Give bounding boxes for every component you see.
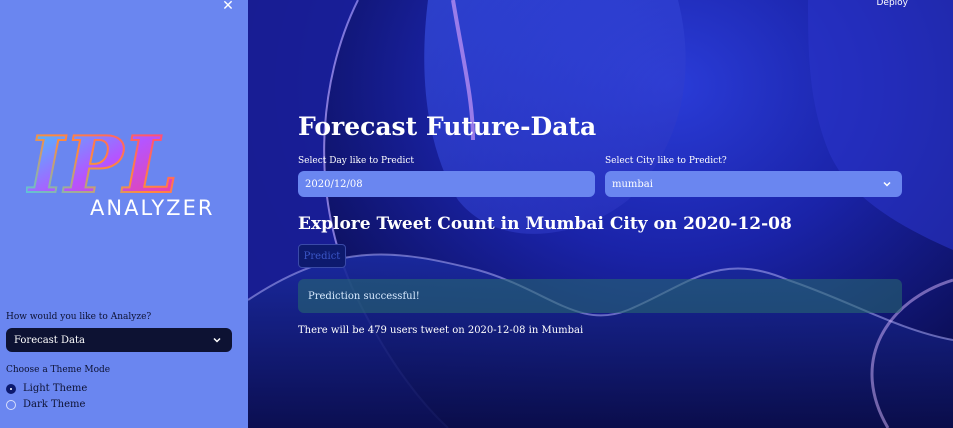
main-area: Deploy Forecast Future-Data Select Day l… <box>248 0 953 428</box>
success-alert: Prediction successful! <box>298 279 902 313</box>
radio-selected-icon <box>6 383 16 394</box>
logo-wordmark: ANALYZER <box>90 196 215 220</box>
theme-label: Choose a Theme Mode <box>6 365 111 375</box>
chevron-down-icon <box>883 181 891 187</box>
predict-button[interactable]: Predict <box>298 244 346 268</box>
close-icon[interactable]: ✕ <box>220 0 236 14</box>
radio-dark-label: Dark Theme <box>23 399 86 410</box>
analyze-select-value: Forecast Data <box>14 334 85 346</box>
radio-light-label: Light Theme <box>23 383 88 394</box>
analyze-label: How would you like to Analyze? <box>6 312 152 322</box>
chevron-down-icon <box>213 337 221 343</box>
radio-light-theme[interactable]: Light Theme <box>6 383 87 394</box>
city-label: Select City like to Predict? <box>605 156 727 166</box>
section-subtitle: Explore Tweet Count in Mumbai City on 20… <box>298 214 792 234</box>
radio-unselected-icon <box>6 399 16 410</box>
sidebar: ✕ IPL ANALYZER How would you like to Ana… <box>0 0 248 428</box>
success-message: Prediction successful! <box>308 290 420 302</box>
prediction-result: There will be 479 users tweet on 2020-12… <box>298 325 584 336</box>
city-select[interactable]: mumbai <box>605 171 902 197</box>
day-input-value: 2020/12/08 <box>305 178 363 190</box>
deploy-button[interactable]: Deploy <box>876 0 908 8</box>
day-input[interactable]: 2020/12/08 <box>298 171 595 197</box>
analyze-select[interactable]: Forecast Data <box>6 328 232 352</box>
radio-dark-theme[interactable]: Dark Theme <box>6 399 85 410</box>
page-title: Forecast Future-Data <box>298 112 597 141</box>
day-label: Select Day like to Predict <box>298 156 415 166</box>
city-select-value: mumbai <box>612 178 653 190</box>
